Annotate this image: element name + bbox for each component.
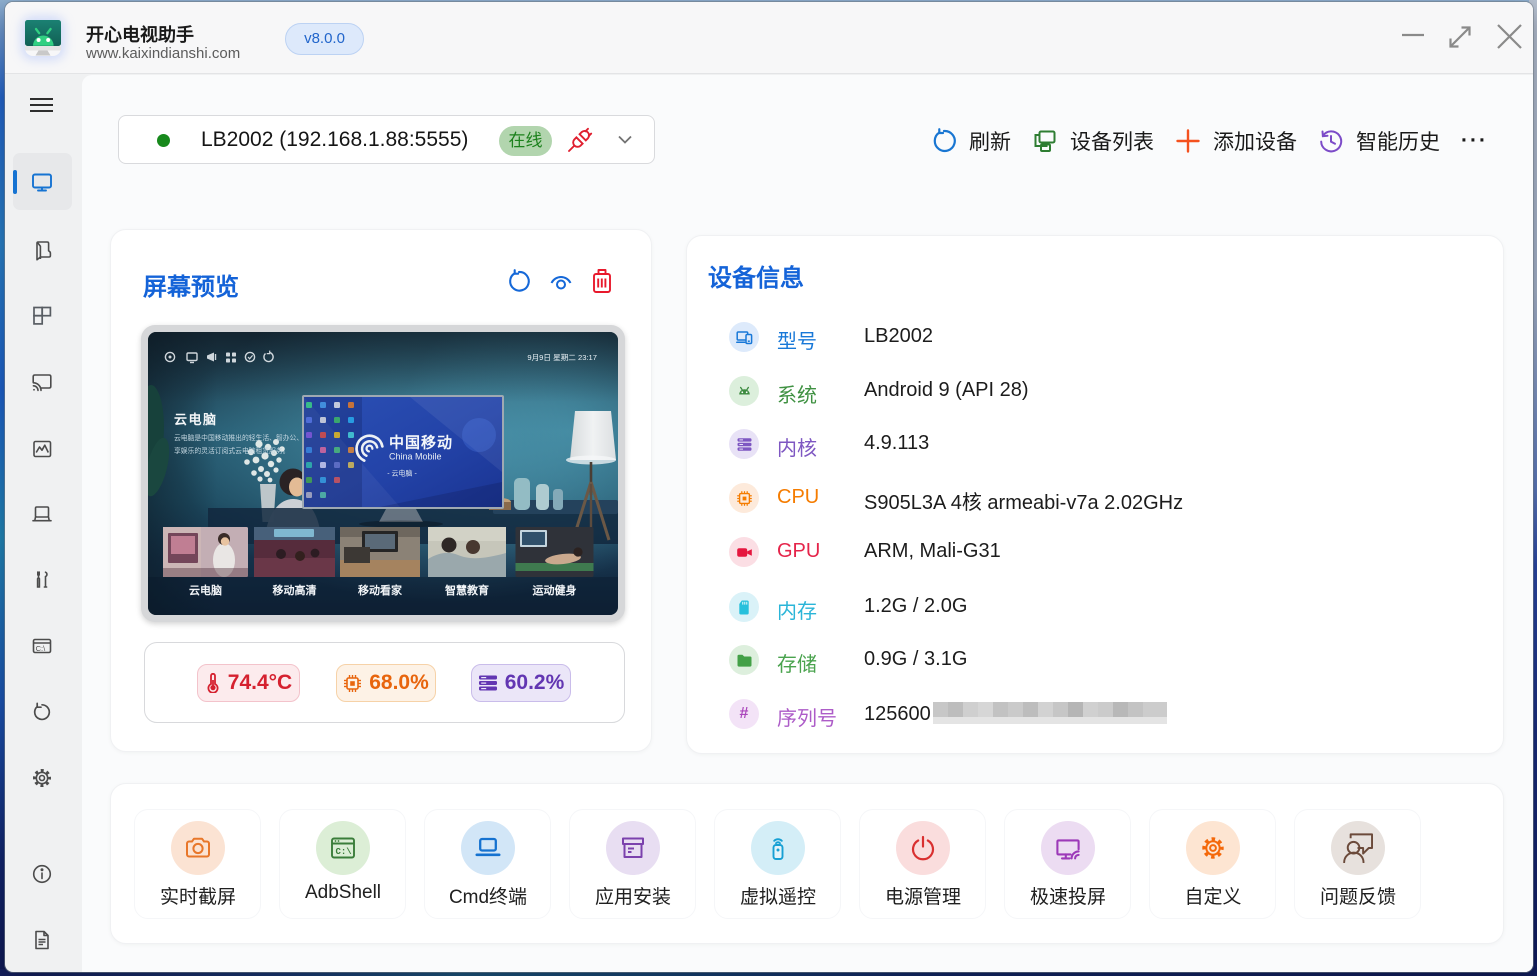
svg-text:移动高清: 移动高清 (273, 583, 317, 597)
svg-text:云电脑: 云电脑 (174, 412, 218, 427)
svg-text:云电脑是中国移动推出的轻生活、智办公、: 云电脑是中国移动推出的轻生活、智办公、 (174, 433, 303, 442)
svg-text:中国移动: 中国移动 (389, 434, 453, 452)
svg-text:C:\: C:\ (336, 847, 353, 857)
svg-text:C:\: C:\ (36, 644, 47, 653)
svg-text:智慧教育: 智慧教育 (445, 583, 489, 597)
svg-text:享娱乐的灵活订阅式云电脑租赁服务。: 享娱乐的灵活订阅式云电脑租赁服务。 (174, 446, 290, 455)
svg-text:云电脑: 云电脑 (189, 583, 222, 597)
svg-text:China Mobile: China Mobile (389, 452, 442, 462)
svg-text:运动健身: 运动健身 (533, 583, 577, 597)
svg-text:移动看家: 移动看家 (358, 583, 403, 597)
svg-text:- 云电脑 -: - 云电脑 - (387, 469, 417, 478)
svg-text:9月9日 星期二 23:17: 9月9日 星期二 23:17 (527, 353, 597, 362)
